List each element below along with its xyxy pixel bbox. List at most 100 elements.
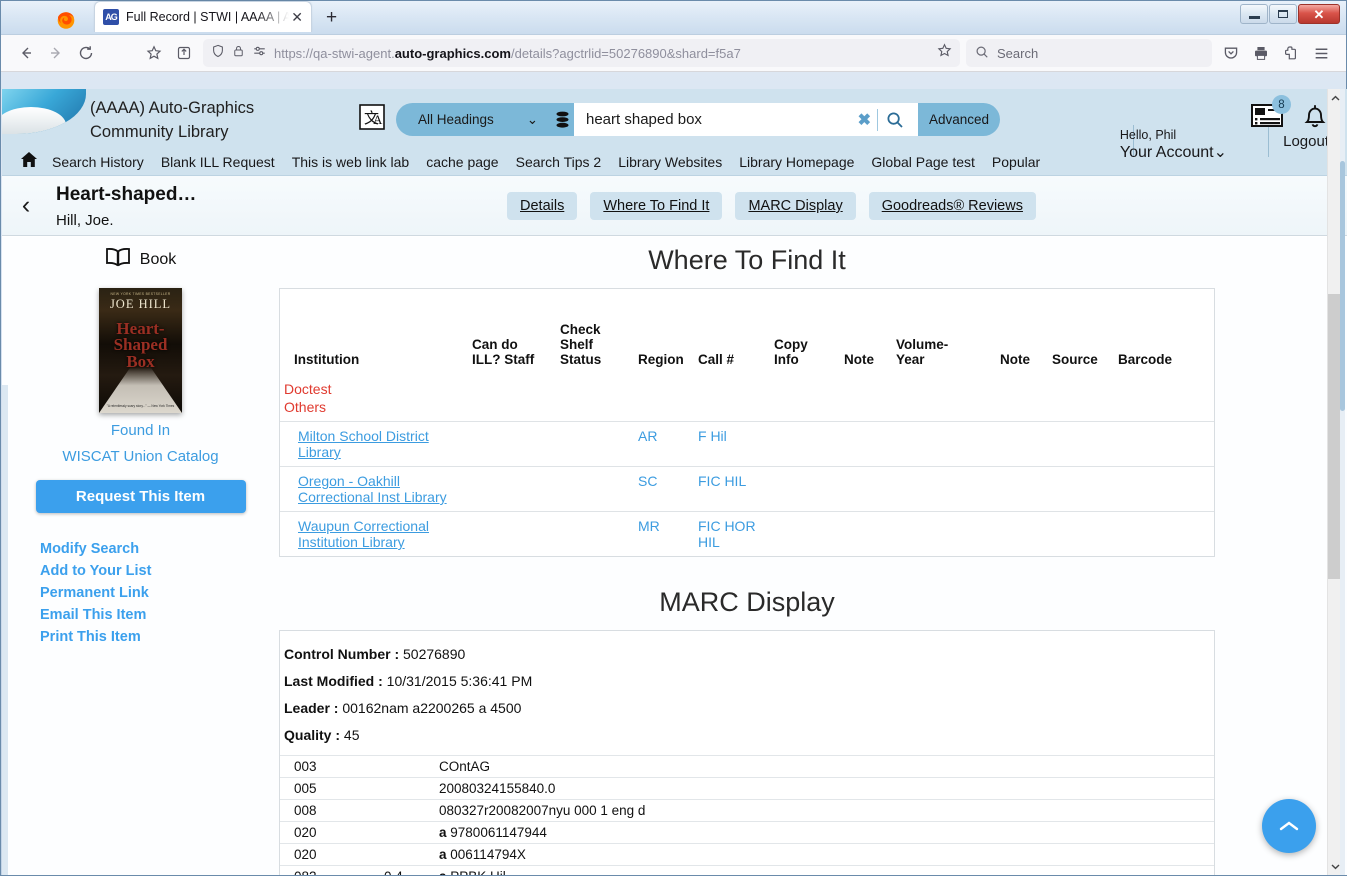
search-input-wrapper[interactable]: heart shaped box ✖ [574, 103, 918, 136]
book-cover-image: NEW YORK TIMES BESTSELLER JOE HILL Heart… [99, 288, 182, 413]
bookmark-star-icon[interactable] [139, 38, 169, 68]
request-this-item-button[interactable]: Request This Item [35, 480, 246, 513]
page-bookmark-icon[interactable] [937, 43, 952, 63]
marc-indicators [380, 755, 435, 778]
tab-details[interactable]: Details [507, 192, 578, 220]
back-icon[interactable] [11, 38, 41, 68]
cell-volume-year [892, 421, 996, 467]
search-input[interactable]: heart shaped box [586, 111, 852, 128]
tab-title: Full Record | STWI | AAAA | Auto-Graphic… [126, 10, 290, 24]
subnav-item-search-tips-2[interactable]: Search Tips 2 [516, 154, 602, 170]
url-text: https://qa-stwi-agent.auto-graphics.com/… [274, 45, 741, 61]
tab-where-to-find-it[interactable]: Where To Find It [590, 192, 723, 220]
search-scope-dropdown[interactable]: All Headings ⌄ [396, 103, 550, 136]
window-maximize-button[interactable] [1269, 4, 1297, 24]
subnav-item-popular[interactable]: Popular [992, 154, 1040, 170]
library-logo [2, 89, 86, 134]
save-to-device-icon[interactable] [169, 38, 199, 68]
marc-meta-label: Quality : [284, 727, 341, 743]
reload-icon[interactable] [71, 38, 101, 68]
sidebar-link-add-to-your-list[interactable]: Add to Your List [40, 563, 279, 579]
cell-source [1048, 421, 1114, 467]
subnav-item-global-page-test[interactable]: Global Page test [871, 154, 975, 170]
account-area[interactable]: Hello, Phil Your Account⌄ [1120, 128, 1227, 162]
cover-title-line2: Shaped [113, 335, 168, 354]
cell-call-number: FIC HIL [694, 466, 770, 512]
cell-note-2 [996, 511, 1048, 556]
marc-value: 080327r20082007nyu 000 1 eng d [435, 799, 1214, 822]
table-row: Waupun Correctional Institution Library … [280, 511, 1214, 556]
cell-ill [468, 421, 556, 467]
catalog-name-link[interactable]: WISCAT Union Catalog [2, 448, 279, 465]
cell-ill [468, 466, 556, 512]
url-bar[interactable]: https://qa-stwi-agent.auto-graphics.com/… [203, 39, 960, 67]
marc-meta-label: Control Number : [284, 646, 400, 662]
chevron-down-icon: ⌄ [526, 111, 538, 127]
app-header: (AAAA) Auto-Graphics Community Library 文… [2, 89, 1347, 219]
subnav-item-library-websites[interactable]: Library Websites [618, 154, 722, 170]
sidebar-link-permanent-link[interactable]: Permanent Link [40, 585, 279, 601]
browser-search-box[interactable]: Search [966, 39, 1212, 67]
holdings-table: Institution Can do ILL? Staff Check Shelf S… [280, 289, 1214, 556]
tracking-protection-icon[interactable] [252, 44, 267, 63]
home-icon[interactable] [20, 151, 38, 173]
subnav-item-web-link-lab[interactable]: This is web link lab [292, 154, 410, 170]
record-author: Hill, Joe. [56, 212, 114, 229]
marc-meta-label: Last Modified : [284, 673, 383, 689]
cell-ill [468, 511, 556, 556]
subnav-item-library-homepage[interactable]: Library Homepage [739, 154, 854, 170]
new-tab-button[interactable]: + [326, 7, 337, 29]
translate-icon[interactable]: 文 A [359, 103, 387, 136]
bell-icon[interactable] [1301, 101, 1329, 131]
back-chevron-icon[interactable]: ‹ [14, 190, 38, 220]
clear-search-icon[interactable]: ✖ [852, 110, 877, 130]
cell-volume-year [892, 511, 996, 556]
tab-goodreads-reviews[interactable]: Goodreads® Reviews [868, 192, 1036, 220]
extensions-icon[interactable] [1276, 38, 1306, 68]
app-menu-icon[interactable] [1306, 38, 1336, 68]
subnav-item-blank-ill-request[interactable]: Blank ILL Request [161, 154, 275, 170]
cell-note-1 [840, 466, 892, 512]
cell-region: MR [634, 511, 694, 556]
cell-call-number: F Hil [694, 421, 770, 467]
shield-icon[interactable] [211, 44, 225, 63]
marc-indicators [380, 777, 435, 800]
browser-tab[interactable]: AG Full Record | STWI | AAAA | Auto-Grap… [94, 1, 312, 32]
scroll-to-top-button[interactable] [1262, 799, 1316, 853]
marc-field-row: 005 20080324155840.0 [280, 777, 1214, 800]
sidebar-link-print-this-item[interactable]: Print This Item [40, 629, 279, 645]
marc-tag: 020 [280, 821, 380, 844]
subnav-item-cache-page[interactable]: cache page [426, 154, 498, 170]
sidebar-link-modify-search[interactable]: Modify Search [40, 541, 279, 557]
marc-tag: 003 [280, 755, 380, 778]
subnav-item-search-history[interactable]: Search History [52, 154, 144, 170]
tab-marc-display[interactable]: MARC Display [735, 192, 856, 220]
advanced-search-button[interactable]: Advanced [918, 103, 1000, 136]
window-close-button[interactable]: ✕ [1298, 4, 1340, 24]
institution-link[interactable]: Oregon - Oakhill Correctional Inst Libra… [298, 473, 447, 505]
marc-meta-value: 10/31/2015 5:36:41 PM [386, 673, 533, 689]
lock-icon[interactable] [232, 44, 245, 63]
notifications-badge: 8 [1272, 95, 1291, 114]
institution-link[interactable]: Milton School District Library [298, 428, 429, 460]
pocket-icon[interactable] [1216, 38, 1246, 68]
database-icon[interactable] [550, 111, 574, 129]
window-minimize-button[interactable] [1240, 4, 1268, 24]
search-submit-icon[interactable] [878, 111, 912, 129]
logout-link[interactable]: Logout [1283, 133, 1329, 150]
col-check-shelf-status: Check Shelf Status [560, 322, 602, 367]
your-account-link[interactable]: Your Account⌄ [1120, 142, 1227, 162]
marc-fields-table: 003 COntAG 005 20080324155840.0 008 0803… [280, 755, 1214, 875]
outer-scrollbar-thumb[interactable] [1340, 161, 1345, 411]
print-icon[interactable] [1246, 38, 1276, 68]
col-note-1: Note [844, 352, 874, 367]
cell-barcode [1114, 511, 1214, 556]
outer-scrollbar[interactable] [1340, 89, 1345, 875]
forward-icon[interactable] [41, 38, 71, 68]
book-icon [105, 247, 131, 272]
institution-link[interactable]: Waupun Correctional Institution Library [298, 518, 429, 550]
sidebar-link-email-this-item[interactable]: Email This Item [40, 607, 279, 623]
svg-text:A: A [373, 112, 383, 127]
marc-subfield: a [439, 869, 447, 875]
tab-close-icon[interactable]: ✕ [289, 10, 305, 24]
